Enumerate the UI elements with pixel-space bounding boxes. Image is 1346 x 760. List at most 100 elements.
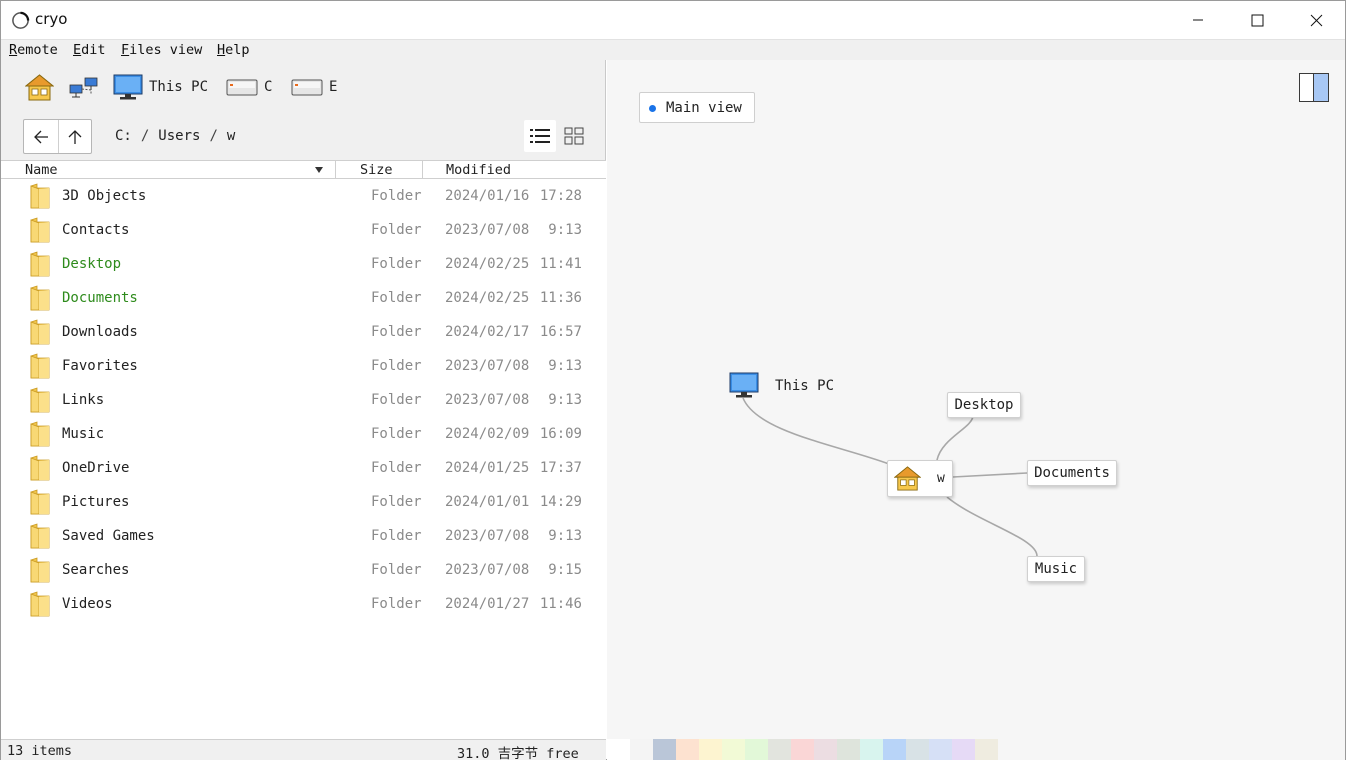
file-name: Saved Games	[62, 528, 155, 544]
menu-remote[interactable]: Remote	[9, 42, 58, 58]
color-swatch[interactable]	[768, 739, 791, 760]
file-row[interactable]: Saved Games Folder 2023/07/08 9:13	[1, 519, 606, 553]
file-name: Music	[62, 426, 105, 442]
breadcrumb-item[interactable]: w	[227, 128, 235, 144]
graph-node-desktop[interactable]: Desktop	[947, 392, 1021, 418]
list-view-button[interactable]	[524, 120, 556, 152]
file-modified-time: 14:29	[539, 494, 582, 510]
graph-node-w[interactable]: w	[887, 460, 953, 497]
graph-node-this-pc[interactable]: This PC	[729, 372, 834, 399]
file-name: Documents	[62, 290, 138, 306]
folder-icon	[30, 319, 50, 345]
up-button[interactable]	[57, 120, 92, 153]
menu-files-view[interactable]: Files view	[121, 42, 202, 58]
graph-node-documents[interactable]: Documents	[1027, 460, 1117, 486]
folder-icon	[30, 387, 50, 413]
color-swatch[interactable]	[860, 739, 883, 760]
home-icon	[25, 73, 54, 100]
file-row[interactable]: Documents Folder 2024/02/25 11:36	[1, 281, 606, 315]
file-name: Desktop	[62, 256, 122, 272]
back-button[interactable]	[24, 120, 58, 153]
network-button[interactable]	[69, 73, 99, 103]
edge-thispc-w	[742, 397, 890, 465]
file-name: Downloads	[62, 324, 138, 340]
file-modified-time: 17:37	[539, 460, 582, 476]
file-row[interactable]: Videos Folder 2024/01/27 11:46	[1, 587, 606, 621]
breadcrumb-item[interactable]: C:	[115, 128, 132, 144]
close-button[interactable]	[1287, 1, 1345, 39]
color-swatch[interactable]	[837, 739, 860, 760]
file-row[interactable]: Searches Folder 2023/07/08 9:15	[1, 553, 606, 587]
list-view-icon	[530, 129, 550, 143]
file-name: Links	[62, 392, 105, 408]
color-swatch[interactable]	[791, 739, 814, 760]
file-row[interactable]: Contacts Folder 2023/07/08 9:13	[1, 213, 606, 247]
breadcrumb-separator: /	[209, 128, 218, 144]
minimize-icon	[1193, 19, 1203, 21]
column-name[interactable]: Name	[25, 162, 58, 178]
window-title: cryo	[35, 10, 68, 28]
file-row[interactable]: OneDrive Folder 2024/01/25 17:37	[1, 451, 606, 485]
folder-icon	[30, 421, 50, 447]
breadcrumb-separator: /	[140, 128, 150, 144]
arrow-left-icon	[33, 130, 48, 143]
breadcrumb-item[interactable]: Users	[158, 128, 200, 144]
color-swatch[interactable]	[699, 739, 722, 760]
title-bar[interactable]: cryo	[1, 1, 1345, 39]
graph-view-pane[interactable]: Main view This PC w Desktop Documents Mu…	[607, 60, 1345, 760]
file-size: Folder	[371, 256, 422, 272]
folder-icon	[30, 251, 50, 277]
drive-e-button[interactable]: E	[291, 72, 337, 102]
home-icon	[894, 466, 921, 491]
maximize-button[interactable]	[1228, 1, 1286, 39]
folder-icon	[30, 523, 50, 549]
file-modified-date: 2023/07/08	[445, 222, 530, 238]
graph-node-music[interactable]: Music	[1027, 556, 1085, 582]
file-row[interactable]: Pictures Folder 2024/01/01 14:29	[1, 485, 606, 519]
file-modified-time: 9:13	[548, 528, 582, 544]
column-size[interactable]: Size	[360, 162, 393, 178]
file-row[interactable]: Desktop Folder 2024/02/25 11:41	[1, 247, 606, 281]
file-modified-time: 17:28	[539, 188, 582, 204]
this-pc-button[interactable]: This PC	[113, 72, 208, 102]
cryo-logo-icon	[12, 11, 30, 29]
folder-icon	[30, 353, 50, 379]
file-row[interactable]: Links Folder 2023/07/08 9:13	[1, 383, 606, 417]
color-swatch[interactable]	[883, 739, 906, 760]
sort-descending-icon	[315, 167, 323, 173]
column-divider[interactable]	[422, 161, 423, 179]
color-swatch[interactable]	[676, 739, 699, 760]
folder-icon	[30, 489, 50, 515]
menu-edit[interactable]: Edit	[73, 42, 106, 58]
file-row[interactable]: 3D Objects Folder 2024/01/16 17:28	[1, 179, 606, 213]
file-row[interactable]: Downloads Folder 2024/02/17 16:57	[1, 315, 606, 349]
menu-help[interactable]: Help	[217, 42, 250, 58]
color-swatch[interactable]	[929, 739, 952, 760]
color-swatch[interactable]	[653, 739, 676, 760]
home-button[interactable]	[25, 72, 54, 102]
color-swatch[interactable]	[975, 739, 998, 760]
file-name: OneDrive	[62, 460, 130, 476]
grid-view-button[interactable]	[559, 120, 589, 152]
graph-node-label: Desktop	[954, 397, 1014, 413]
file-modified-time: 11:46	[539, 596, 582, 612]
color-swatch[interactable]	[814, 739, 837, 760]
drive-c-button[interactable]: C	[226, 72, 272, 102]
file-size: Folder	[371, 494, 422, 510]
color-swatch[interactable]	[745, 739, 768, 760]
color-swatch[interactable]	[722, 739, 745, 760]
file-modified-time: 16:09	[539, 426, 582, 442]
minimize-button[interactable]	[1169, 1, 1227, 39]
color-swatch[interactable]	[607, 739, 630, 760]
column-divider[interactable]	[335, 161, 336, 179]
file-row[interactable]: Favorites Folder 2023/07/08 9:13	[1, 349, 606, 383]
file-size: Folder	[371, 392, 422, 408]
navigation-buttons	[23, 119, 92, 154]
file-modified-date: 2023/07/08	[445, 358, 530, 374]
maximize-icon	[1251, 14, 1263, 26]
color-swatch[interactable]	[906, 739, 929, 760]
file-row[interactable]: Music Folder 2024/02/09 16:09	[1, 417, 606, 451]
color-swatch[interactable]	[630, 739, 653, 760]
color-swatch[interactable]	[952, 739, 975, 760]
column-modified[interactable]: Modified	[446, 162, 511, 178]
